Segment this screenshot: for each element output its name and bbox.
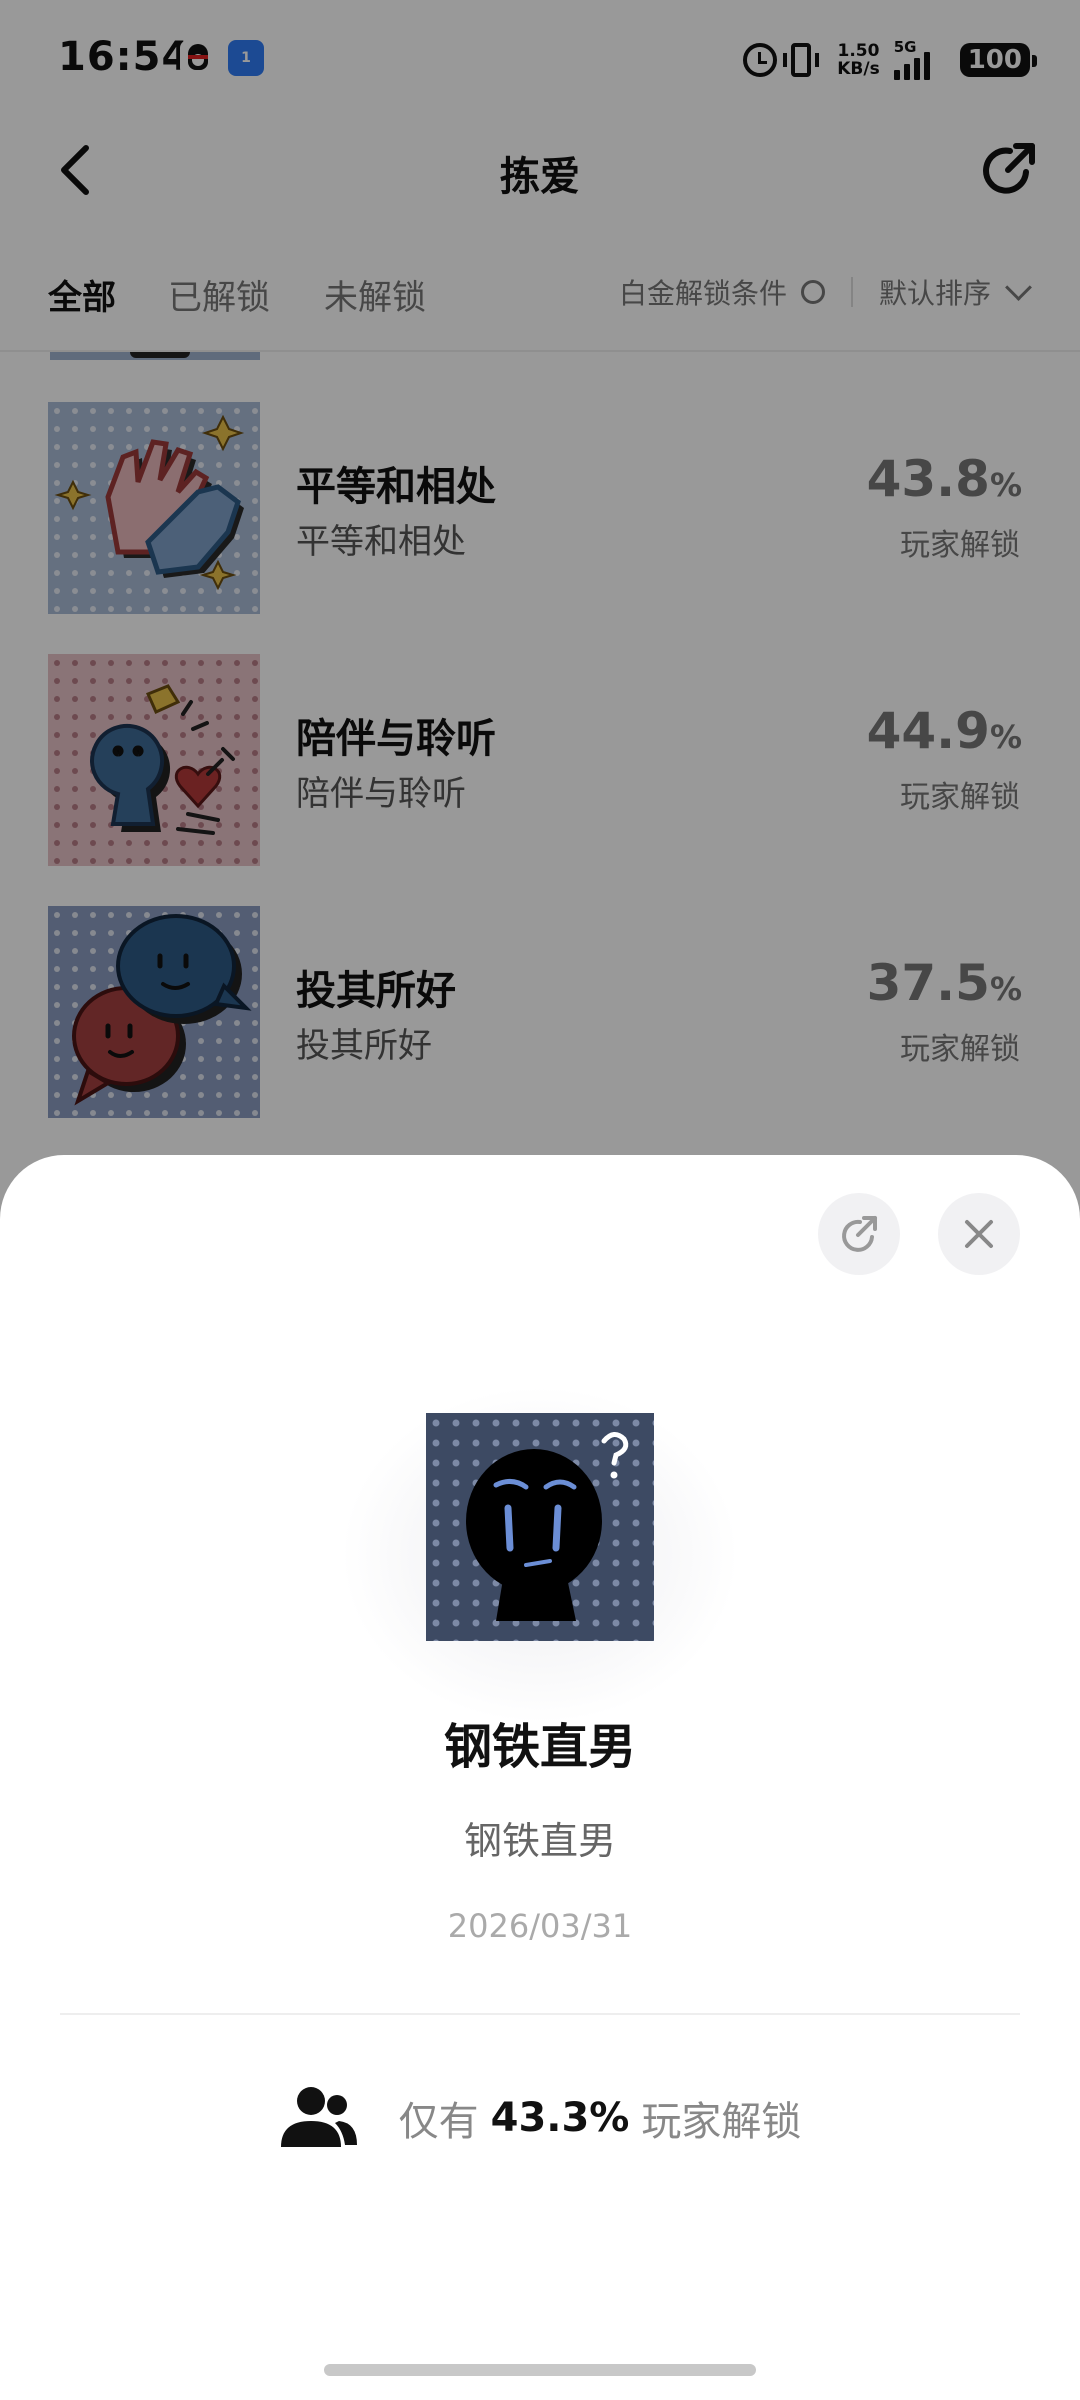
home-indicator[interactable]	[324, 2364, 756, 2376]
share-button[interactable]	[818, 1193, 900, 1275]
unlock-prefix: 仅有	[398, 2099, 479, 2145]
badge-subtitle: 钢铁直男	[463, 1819, 616, 1863]
unlock-suffix: 玩家解锁	[641, 2099, 802, 2145]
close-button[interactable]	[938, 1193, 1020, 1275]
share-icon	[842, 1216, 877, 1252]
users-icon	[280, 2087, 357, 2147]
unlock-percent: 43.3%	[490, 2095, 630, 2141]
unlock-stat: 仅有 43.3% 玩家解锁	[0, 2085, 1080, 2151]
achievement-detail-sheet: 钢铁直男 钢铁直男 2026/03/31 仅有 43.3% 玩家解锁	[0, 1155, 1080, 2400]
close-icon	[965, 1220, 993, 1248]
unlock-date: 2026/03/31	[447, 1907, 633, 1945]
confused-face-icon	[426, 1413, 654, 1641]
badge-title: 钢铁直男	[443, 1719, 636, 1775]
sheet-divider	[60, 2013, 1020, 2015]
